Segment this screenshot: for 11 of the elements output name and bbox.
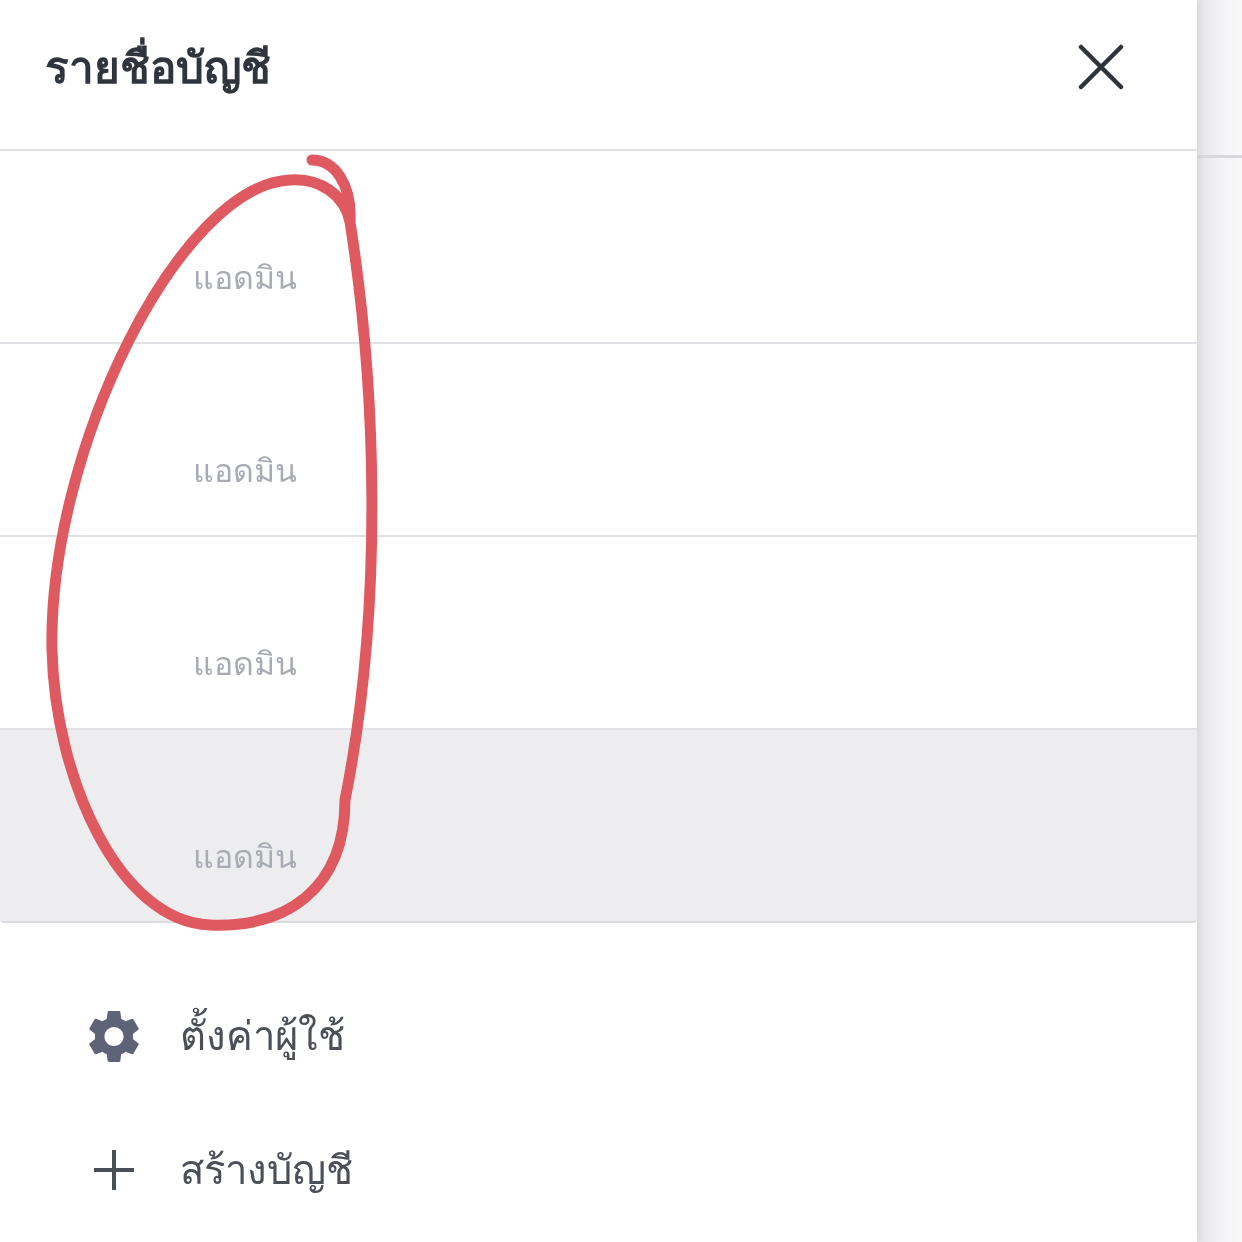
close-icon bbox=[1078, 43, 1124, 90]
plus-icon bbox=[94, 1150, 134, 1190]
settings-icon bbox=[89, 1009, 139, 1063]
account-item[interactable]: แอดมิน bbox=[0, 537, 1197, 730]
account-item[interactable]: แอดมิน bbox=[0, 730, 1197, 923]
panel-title: รายชื่อบัญชี bbox=[45, 38, 271, 97]
account-item[interactable]: แอดมิน bbox=[0, 151, 1197, 344]
account-item[interactable]: แอดมิน bbox=[0, 344, 1197, 537]
user-settings-button[interactable]: ตั้งค่าผู้ใช้ bbox=[88, 1001, 345, 1071]
close-button[interactable] bbox=[1078, 43, 1124, 90]
create-account-button[interactable]: สร้างบัญชี bbox=[88, 1135, 353, 1205]
